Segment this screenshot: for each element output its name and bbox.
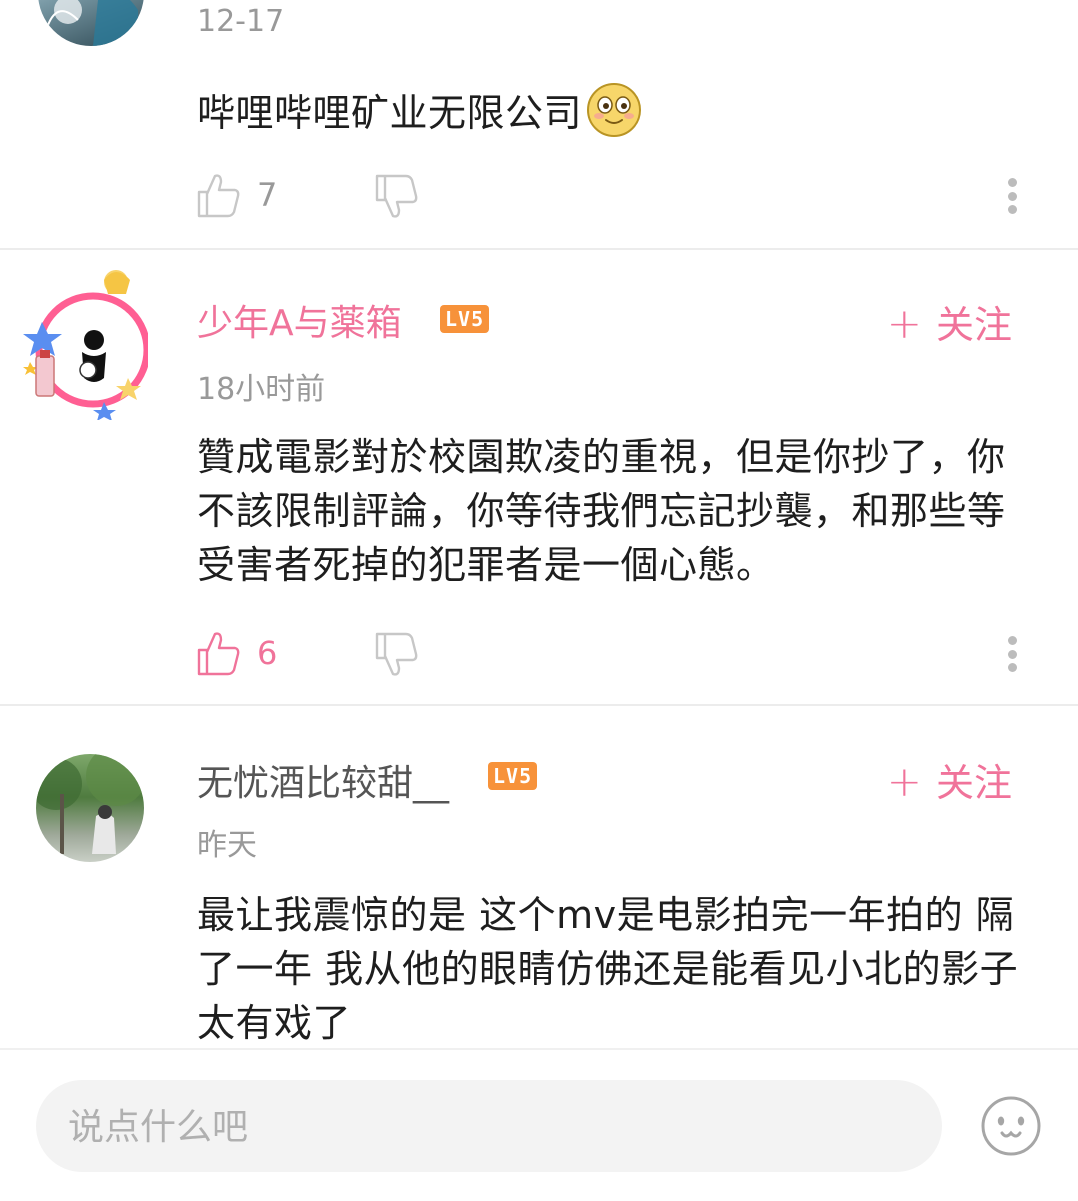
more-vertical-icon[interactable]	[1007, 178, 1017, 214]
username[interactable]: 无忧酒比较甜__	[197, 754, 449, 806]
comment-text-content: 哔哩哔哩矿业无限公司	[197, 91, 583, 135]
plus-icon: +	[886, 299, 922, 348]
avatar[interactable]	[23, 270, 152, 420]
follow-button[interactable]: + 关注	[887, 752, 1012, 807]
like-count: 7	[257, 176, 278, 214]
comment-time: 昨天	[197, 828, 257, 863]
avatar[interactable]	[36, 754, 144, 862]
comment-text: 贊成電影對於校園欺凌的重視，但是你抄了，你不該限制評論，你等待我們忘記抄襲，和那…	[197, 435, 1006, 587]
comment-actions: 6	[197, 630, 1027, 678]
username[interactable]: 少年A与薬箱	[197, 294, 402, 346]
follow-label: 关注	[935, 761, 1012, 805]
avatar[interactable]	[38, 0, 144, 46]
comment-actions: 7	[197, 172, 1027, 220]
thumbs-down-icon[interactable]	[375, 632, 419, 682]
like-count: 6	[257, 634, 278, 672]
level-badge: LV5	[440, 305, 490, 333]
comment-text: 最让我震惊的是 这个mv是电影拍完一年拍的 隔了一年 我从他的眼睛仿佛还是能看见…	[197, 893, 1019, 1045]
thumbs-up-icon[interactable]	[197, 172, 241, 222]
comment-text: 哔哩哔哩矿业无限公司	[197, 82, 1027, 152]
thumbs-down-icon[interactable]	[375, 174, 419, 224]
follow-button[interactable]: + 关注	[887, 294, 1012, 349]
comment-time: 18小时前	[197, 372, 326, 407]
comment-input-container[interactable]	[36, 1080, 942, 1174]
follow-label: 关注	[935, 303, 1012, 347]
comment-item: 少年A与薬箱 LV5 + 关注 18小时前 贊成電影對於校園欺凌的重視，但是你抄了…	[0, 250, 1078, 704]
thumbs-up-icon[interactable]	[197, 630, 241, 680]
more-vertical-icon[interactable]	[1007, 636, 1017, 672]
emoji-icon[interactable]	[980, 1095, 1042, 1157]
smiling-face-icon	[586, 82, 642, 152]
plus-icon: +	[886, 757, 922, 806]
level-badge: LV5	[488, 762, 538, 790]
comment-time: 12-17	[197, 4, 285, 39]
comment-input[interactable]	[66, 1080, 920, 1174]
divider	[0, 704, 1078, 706]
comment-input-bar	[0, 1048, 1078, 1201]
